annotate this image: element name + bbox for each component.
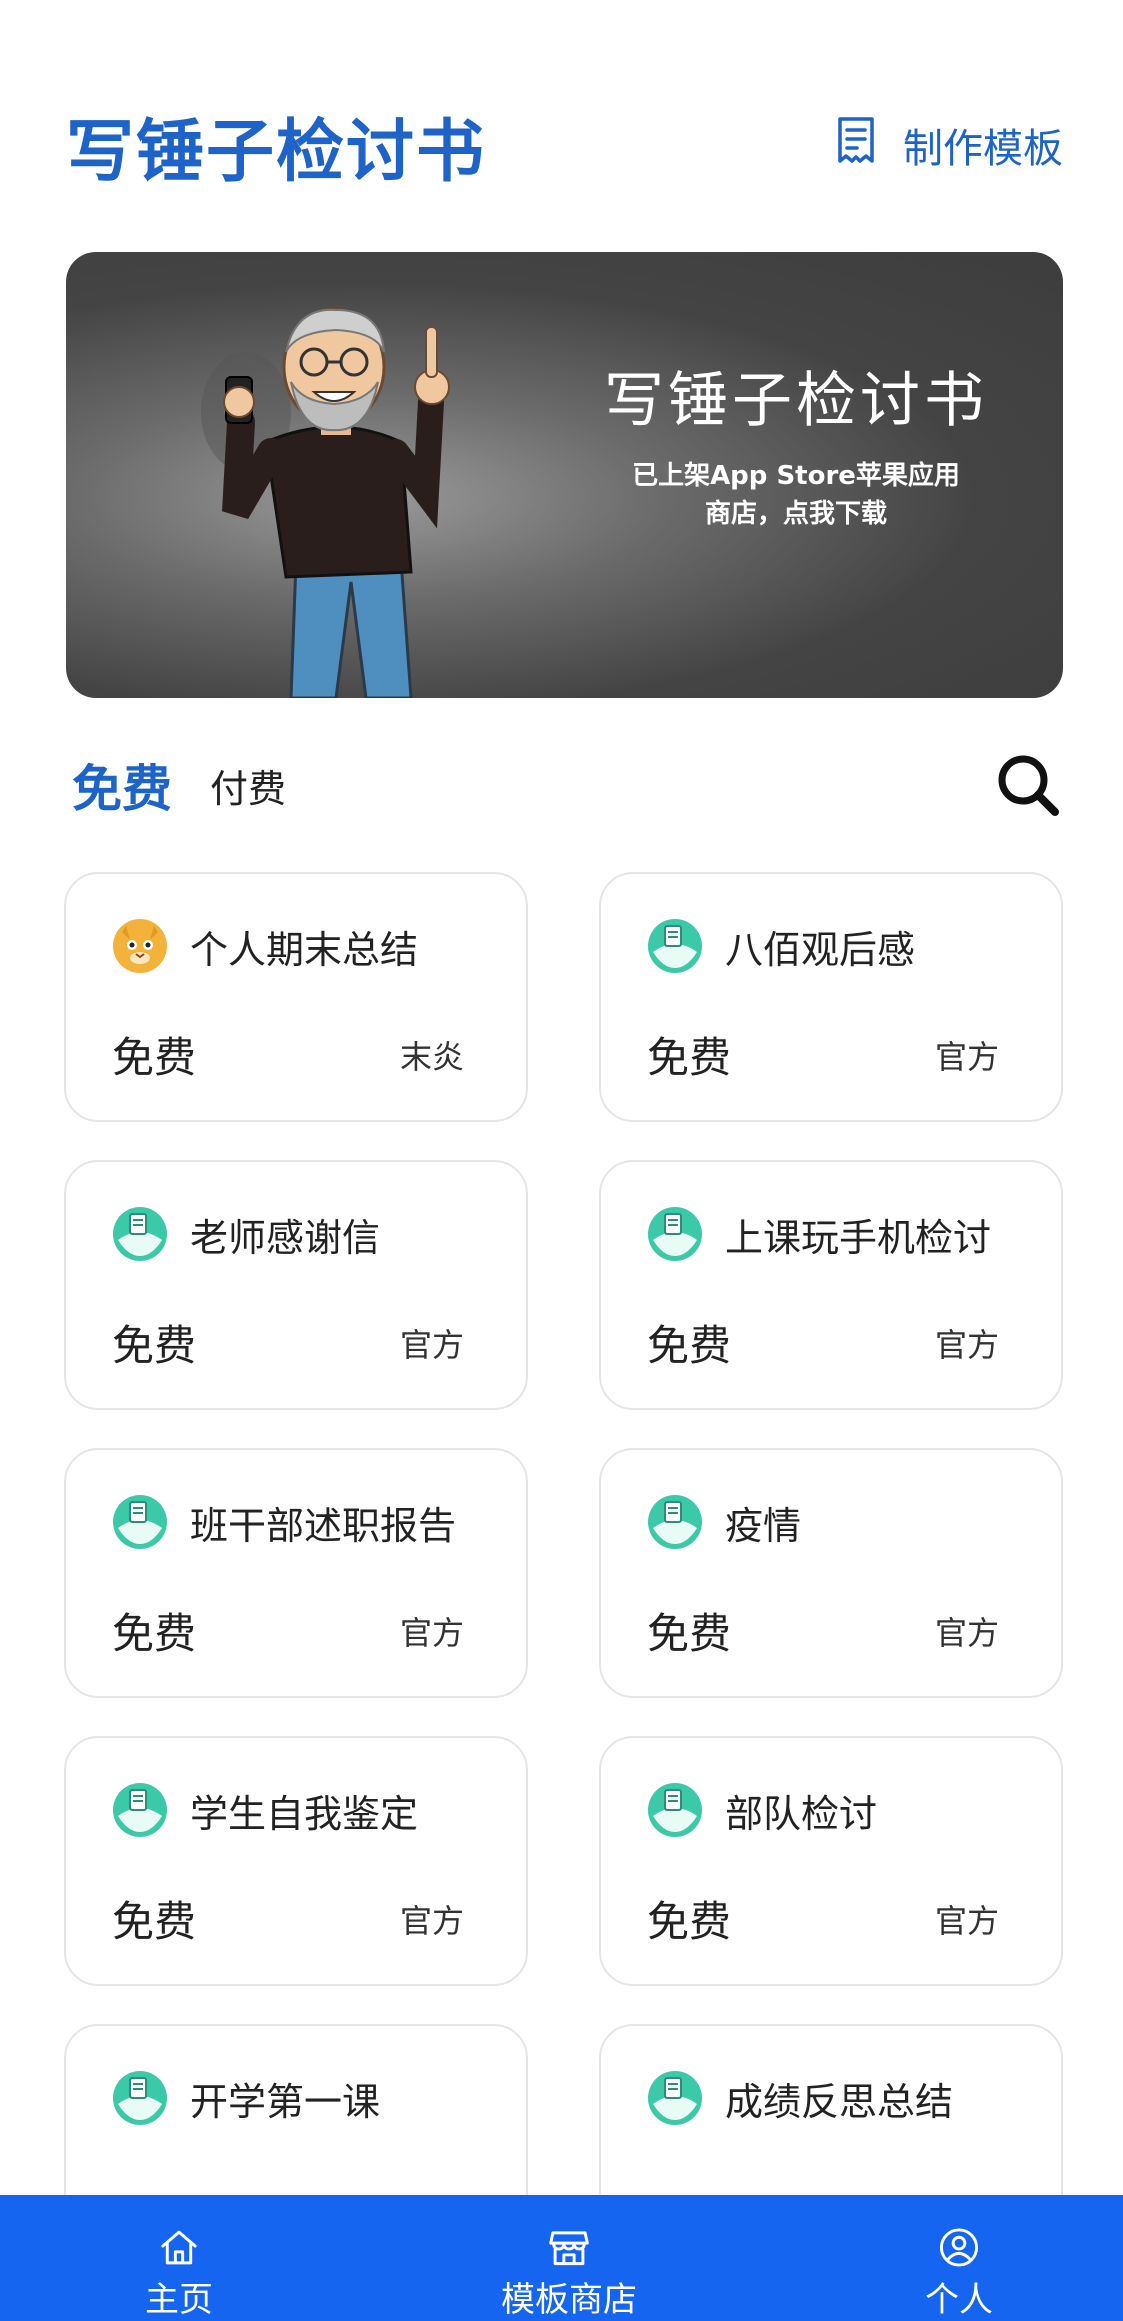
document-icon — [831, 115, 881, 175]
card-header: 疫情 — [647, 1494, 801, 1550]
card-header: 老师感谢信 — [112, 1206, 380, 1262]
card-header: 个人期末总结 — [112, 918, 418, 974]
card-author: 官方 — [934, 1038, 999, 1076]
card-header: 学生自我鉴定 — [112, 1782, 418, 1838]
card-price: 免费 — [647, 1897, 732, 1946]
make-template-button[interactable]: 制作模板 — [831, 115, 1063, 175]
nav-home[interactable]: 主页 — [145, 2195, 213, 2321]
card-price: 免费 — [647, 1033, 732, 1082]
tab-paid[interactable]: 付费 — [210, 758, 286, 813]
user-icon — [939, 2228, 979, 2267]
app-title: 写锤子检讨书 — [66, 112, 487, 192]
card-title: 部队检讨 — [725, 1791, 878, 1836]
card-price: 免费 — [647, 1321, 732, 1370]
make-template-label: 制作模板 — [903, 126, 1063, 172]
home-icon — [161, 2230, 197, 2265]
app-screen: 写锤子检讨书 制作模板 写锤子检讨书 已上架App Store苹果应用商店，点我… — [0, 0, 1123, 2321]
header: 写锤子检讨书 制作模板 — [66, 95, 1063, 195]
card-title: 开学第一课 — [190, 2079, 381, 2124]
card-author: 官方 — [934, 1326, 999, 1364]
card-header: 上课玩手机检讨 — [647, 1206, 991, 1262]
official-avatar-icon — [112, 1494, 168, 1550]
official-avatar-icon — [112, 1206, 168, 1262]
card-title: 成绩反思总结 — [725, 2079, 954, 2124]
card-title: 疫情 — [725, 1503, 802, 1548]
banner-subtitle: 已上架App Store苹果应用商店，点我下载 — [632, 461, 960, 529]
card-header: 八佰观后感 — [647, 918, 915, 974]
store-icon — [549, 2231, 589, 2266]
promo-banner[interactable]: 写锤子检讨书 已上架App Store苹果应用商店，点我下载 — [66, 252, 1063, 698]
card-title: 老师感谢信 — [190, 1215, 381, 1260]
template-card[interactable]: 学生自我鉴定免费 官方 — [64, 1736, 528, 1986]
card-title: 学生自我鉴定 — [190, 1791, 419, 1836]
card-author: 官方 — [399, 1614, 464, 1652]
template-card[interactable]: 班干部述职报告免费 官方 — [64, 1448, 528, 1698]
card-author: 官方 — [399, 1326, 464, 1364]
official-avatar-icon — [647, 918, 703, 974]
card-price: 免费 — [112, 1897, 197, 1946]
card-title: 个人期末总结 — [190, 927, 419, 972]
template-card[interactable]: 八佰观后感免费 官方 — [599, 872, 1063, 1122]
official-avatar-icon — [647, 1782, 703, 1838]
card-title: 班干部述职报告 — [190, 1503, 457, 1548]
card-header: 开学第一课 — [112, 2070, 380, 2126]
cat-avatar-icon — [112, 918, 168, 974]
bottom-nav: 主页 模板商店 个人 — [0, 2195, 1123, 2321]
cartoon-figure-illustration — [201, 307, 450, 698]
official-avatar-icon — [647, 1206, 703, 1262]
nav-store-label: 模板商店 — [501, 2280, 637, 2320]
card-author: 末炎 — [399, 1038, 464, 1076]
nav-profile-label: 个人 — [925, 2280, 993, 2320]
card-author: 官方 — [399, 1902, 464, 1940]
template-card[interactable]: 部队检讨免费 官方 — [599, 1736, 1063, 1986]
category-tabs: 免费 付费 — [72, 740, 1063, 830]
template-card[interactable]: 上课玩手机检讨免费 官方 — [599, 1160, 1063, 1410]
template-card[interactable]: 疫情免费 官方 — [599, 1448, 1063, 1698]
nav-profile[interactable]: 个人 — [925, 2195, 993, 2321]
official-avatar-icon — [647, 2070, 703, 2126]
banner-text: 写锤子检讨书 已上架App Store苹果应用商店，点我下载 — [586, 352, 1006, 533]
official-avatar-icon — [647, 1494, 703, 1550]
official-avatar-icon — [112, 2070, 168, 2126]
card-author: 官方 — [934, 1902, 999, 1940]
template-card[interactable]: 老师感谢信免费 官方 — [64, 1160, 528, 1410]
card-header: 班干部述职报告 — [112, 1494, 456, 1550]
card-price: 免费 — [112, 1321, 197, 1370]
nav-home-label: 主页 — [145, 2280, 213, 2320]
card-title: 八佰观后感 — [725, 927, 916, 972]
card-price: 免费 — [647, 1609, 732, 1658]
card-title: 上课玩手机检讨 — [725, 1215, 992, 1260]
banner-title: 写锤子检讨书 — [604, 366, 988, 436]
card-header: 成绩反思总结 — [647, 2070, 953, 2126]
card-price: 免费 — [112, 1609, 197, 1658]
search-icon — [998, 755, 1059, 816]
official-avatar-icon — [112, 1782, 168, 1838]
tab-free[interactable]: 免费 — [72, 749, 172, 821]
nav-template-store[interactable]: 模板商店 — [501, 2195, 637, 2321]
search-button[interactable] — [993, 750, 1063, 820]
card-author: 官方 — [934, 1614, 999, 1652]
card-price: 免费 — [112, 1033, 197, 1082]
card-header: 部队检讨 — [647, 1782, 877, 1838]
template-card[interactable]: 个人期末总结免费 末炎 — [64, 872, 528, 1122]
